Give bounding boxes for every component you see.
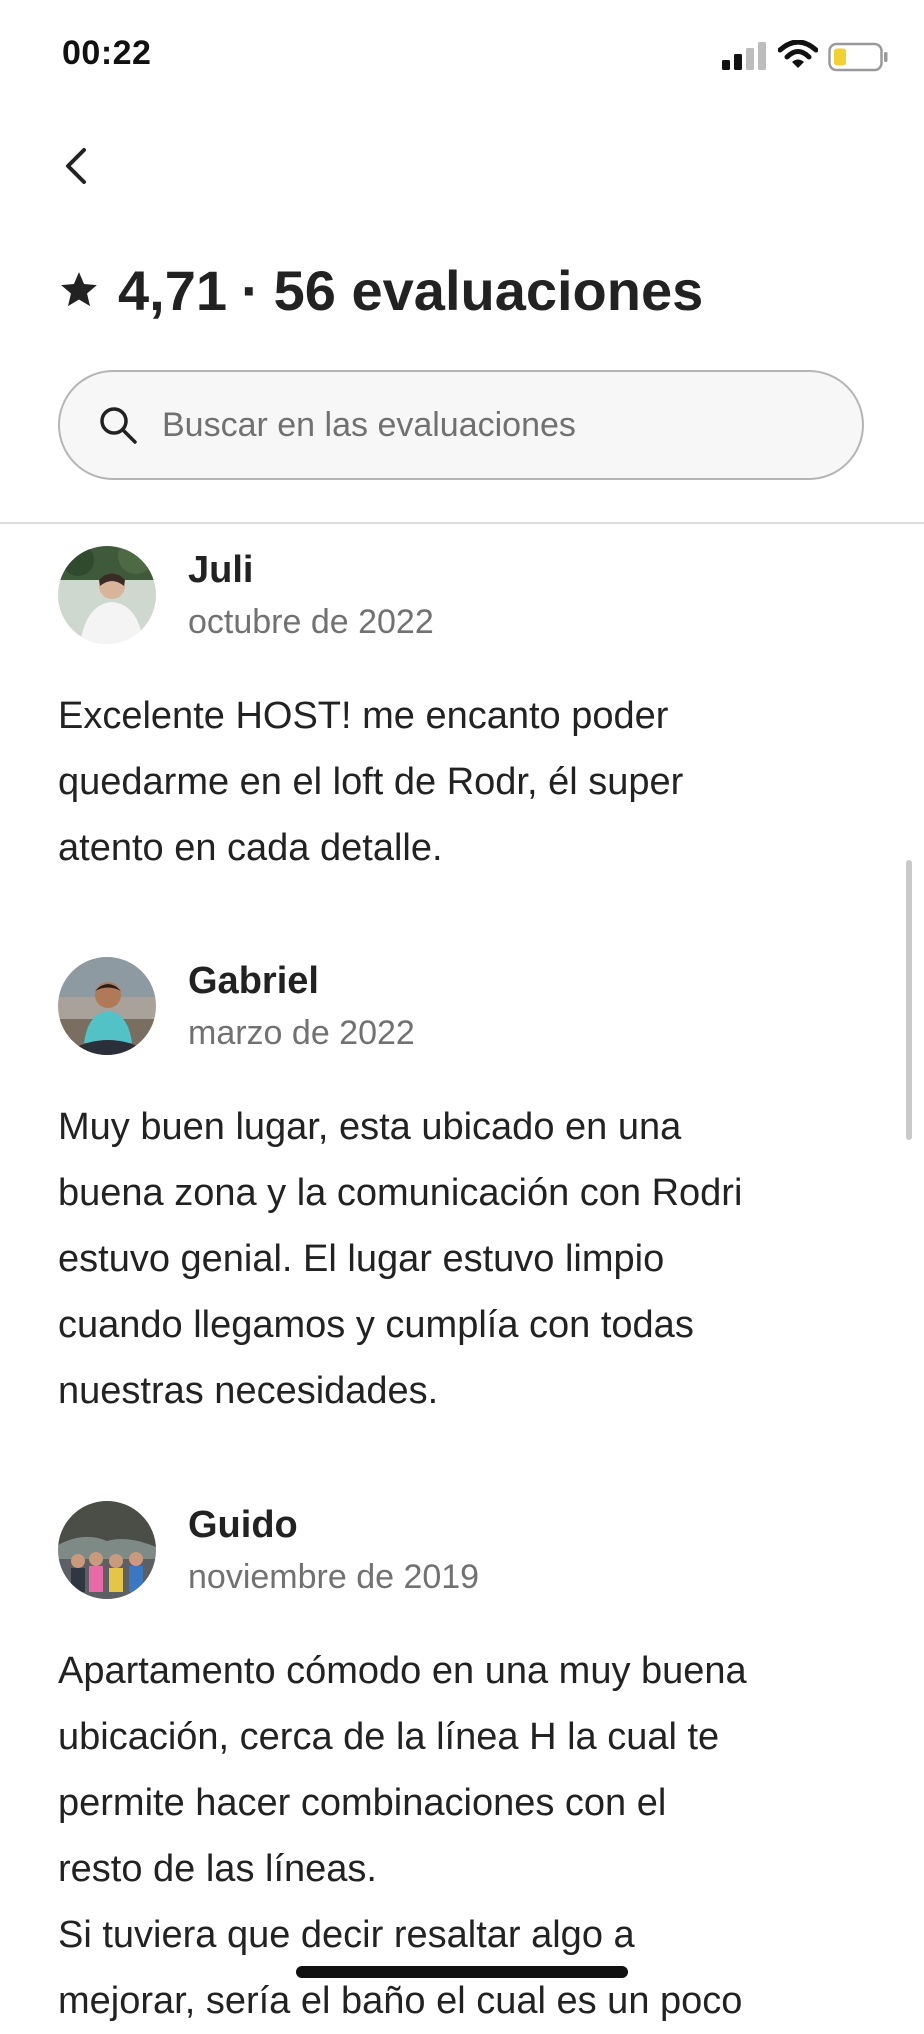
search-input[interactable] bbox=[160, 404, 804, 446]
review-card: Gabriel marzo de 2022 Muy buen lugar, es… bbox=[58, 956, 878, 1424]
back-chevron-left-icon[interactable] bbox=[58, 144, 94, 188]
review-text-line: Apartamento cómodo en una muy buena bbox=[58, 1650, 747, 1692]
battery-low-icon bbox=[828, 42, 888, 72]
wifi-icon bbox=[778, 40, 818, 68]
review-text-line: quedarme en el loft de Rodr, él super bbox=[58, 761, 684, 803]
home-indicator[interactable] bbox=[296, 1966, 628, 1978]
review-text-line: buena zona y la comunicación con Rodri bbox=[58, 1172, 743, 1214]
review-text-line: estuvo genial. El lugar estuvo limpio bbox=[58, 1238, 665, 1280]
review-date: noviembre de 2019 bbox=[188, 1558, 480, 1596]
review-text-line: Muy buen lugar, esta ubicado en una bbox=[58, 1106, 682, 1148]
status-bar: 00:22 bbox=[0, 0, 924, 110]
rating-value: 4,71 bbox=[118, 258, 227, 322]
cellular-signal-icon bbox=[722, 42, 766, 70]
header-divider bbox=[0, 522, 924, 524]
review-text-line: Si tuviera que decir resaltar algo a bbox=[58, 1914, 635, 1956]
review-text-line: atento en cada detalle. bbox=[58, 827, 443, 869]
rating-separator: · bbox=[241, 258, 260, 322]
status-time: 00:22 bbox=[62, 34, 152, 72]
review-text-line: cuando llegamos y cumplía con todas bbox=[58, 1304, 694, 1346]
review-text-line: ubicación, cerca de la línea H la cual t… bbox=[58, 1716, 720, 1758]
reviewer-info: Juli octubre de 2022 bbox=[58, 545, 878, 645]
reviews-summary-heading: 4,71 · 56 evaluaciones bbox=[58, 252, 703, 328]
review-text-line: permite hacer combinaciones con el bbox=[58, 1782, 667, 1824]
review-text-line: resto de las líneas. bbox=[58, 1848, 377, 1890]
reviewer-info: Guido noviembre de 2019 bbox=[58, 1500, 878, 1600]
reviewer-name: Gabriel bbox=[188, 960, 319, 1002]
review-text: Muy buen lugar, esta ubicado en una buen… bbox=[58, 1094, 878, 1424]
review-text-line: Excelente HOST! me encanto poder bbox=[58, 695, 669, 737]
review-card: Guido noviembre de 2019 Apartamento cómo… bbox=[58, 1500, 878, 2034]
review-date: octubre de 2022 bbox=[188, 603, 434, 641]
review-card: Juli octubre de 2022 Excelente HOST! me … bbox=[58, 545, 878, 881]
search-icon bbox=[100, 407, 137, 444]
review-text: Excelente HOST! me encanto poder quedarm… bbox=[58, 683, 878, 881]
avatar[interactable] bbox=[58, 1501, 156, 1599]
star-icon bbox=[61, 272, 97, 307]
reviewer-info: Gabriel marzo de 2022 bbox=[58, 956, 878, 1056]
review-text-line: nuestras necesidades. bbox=[58, 1370, 439, 1412]
reviewer-name: Juli bbox=[188, 549, 254, 591]
avatar[interactable] bbox=[58, 546, 156, 644]
reviews-count: 56 evaluaciones bbox=[273, 258, 704, 322]
review-date: marzo de 2022 bbox=[188, 1014, 415, 1052]
avatar[interactable] bbox=[58, 957, 156, 1055]
scrollbar[interactable] bbox=[906, 860, 912, 1140]
search-bar[interactable] bbox=[58, 370, 864, 480]
reviewer-name: Guido bbox=[188, 1504, 298, 1546]
